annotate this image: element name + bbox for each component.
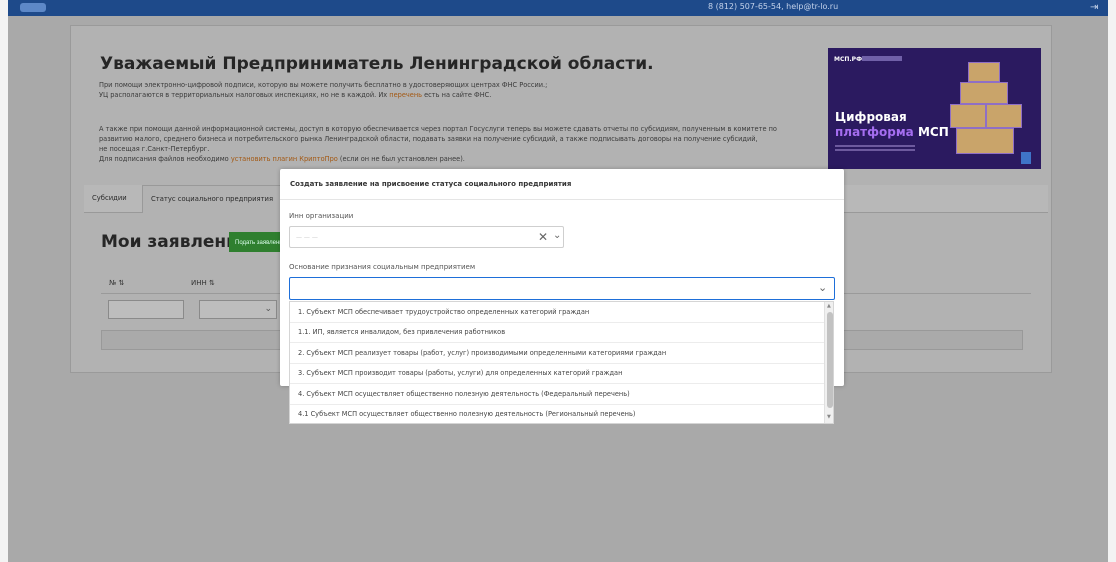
intro-paragraph-3b: развитию малого, среднего бизнеса и потр… xyxy=(99,135,758,143)
dropdown-option[interactable]: 1.1. ИП, является инвалидом, без привлеч… xyxy=(298,328,505,336)
inn-placeholder: — — — xyxy=(296,234,318,241)
banner-illustration xyxy=(946,58,1022,158)
digital-platform-banner[interactable]: МСП.РФ Цифровая платформа МСП xyxy=(828,48,1041,169)
intro-paragraph-1: При помощи электронно-цифровой подписи, … xyxy=(99,81,548,89)
intro-paragraph-3c: не посещая г.Санкт-Петербург. xyxy=(99,145,210,153)
inn-label: Инн организации xyxy=(289,212,354,220)
intro-paragraph-4: Для подписания файлов необходимо установ… xyxy=(99,155,465,163)
option-divider xyxy=(290,363,824,364)
banner-subtitle: платформа МСП xyxy=(835,125,949,139)
filter-number-input[interactable] xyxy=(108,300,184,319)
reason-dropdown-list: 1. Субъект МСП обеспечивает трудоустройс… xyxy=(289,301,834,424)
dropdown-option[interactable]: 1. Субъект МСП обеспечивает трудоустройс… xyxy=(298,308,589,316)
modal-title: Создать заявление на присвоение статуса … xyxy=(280,169,844,200)
logout-icon[interactable]: ⇥ xyxy=(1090,2,1098,13)
scrollbar-thumb[interactable] xyxy=(827,312,833,408)
site-logo[interactable] xyxy=(20,3,46,12)
option-divider xyxy=(290,322,824,323)
my-applications-title: Мои заявления xyxy=(101,232,250,252)
chevron-down-icon[interactable]: ⌄ xyxy=(553,230,561,241)
scroll-down-icon[interactable]: ▼ xyxy=(827,414,831,420)
chevron-down-icon[interactable]: ⌄ xyxy=(818,281,827,294)
cryptopro-plugin-link[interactable]: установить плагин КриптоПро xyxy=(231,155,338,163)
chevron-down-icon: ⌄ xyxy=(264,304,272,314)
clear-icon[interactable]: ✕ xyxy=(538,230,548,244)
contact-info: 8 (812) 507-65-54, help@tr-lo.ru xyxy=(708,2,839,11)
reason-label: Основание признания социальным предприят… xyxy=(289,263,476,271)
dropdown-option[interactable]: 4. Субъект МСП осуществляет общественно … xyxy=(298,390,630,398)
banner-logo: МСП.РФ xyxy=(834,56,863,63)
intro-paragraph-2: УЦ располагаются в территориальных налог… xyxy=(99,91,492,99)
banner-title: Цифровая xyxy=(835,110,907,124)
dropdown-scrollbar[interactable]: ▲ ▼ xyxy=(824,302,833,423)
reason-select[interactable]: ⌄ xyxy=(289,277,835,300)
banner-partner-logo xyxy=(862,56,902,61)
column-header-inn[interactable]: ИНН ⇅ xyxy=(191,279,215,287)
tab-social-enterprise-status[interactable]: Статус социального предприятия xyxy=(142,185,283,213)
tab-subsidies[interactable]: Субсидии xyxy=(84,185,135,212)
filter-inn-select[interactable]: ⌄ xyxy=(199,300,277,319)
page-title: Уважаемый Предприниматель Ленинградской … xyxy=(100,54,654,74)
option-divider xyxy=(290,342,824,343)
intro-paragraph-3a: А также при помощи данной информационной… xyxy=(99,125,777,133)
option-divider xyxy=(290,383,824,384)
scroll-up-icon[interactable]: ▲ xyxy=(827,303,831,309)
dropdown-option[interactable]: 2. Субъект МСП реализует товары (работ, … xyxy=(298,349,666,357)
region-emblem-icon xyxy=(1021,152,1031,164)
top-bar: 8 (812) 507-65-54, help@tr-lo.ru ⇥ xyxy=(8,0,1108,16)
fns-list-link[interactable]: перечень xyxy=(389,91,422,99)
dropdown-option[interactable]: 4.1 Субъект МСП осуществляет общественно… xyxy=(298,410,635,418)
inn-select[interactable]: — — — ✕ ⌄ xyxy=(289,226,564,248)
column-header-number[interactable]: № ⇅ xyxy=(109,279,124,287)
dropdown-option[interactable]: 3. Субъект МСП производит товары (работы… xyxy=(298,369,622,377)
option-divider xyxy=(290,404,824,405)
banner-caption xyxy=(835,145,915,153)
